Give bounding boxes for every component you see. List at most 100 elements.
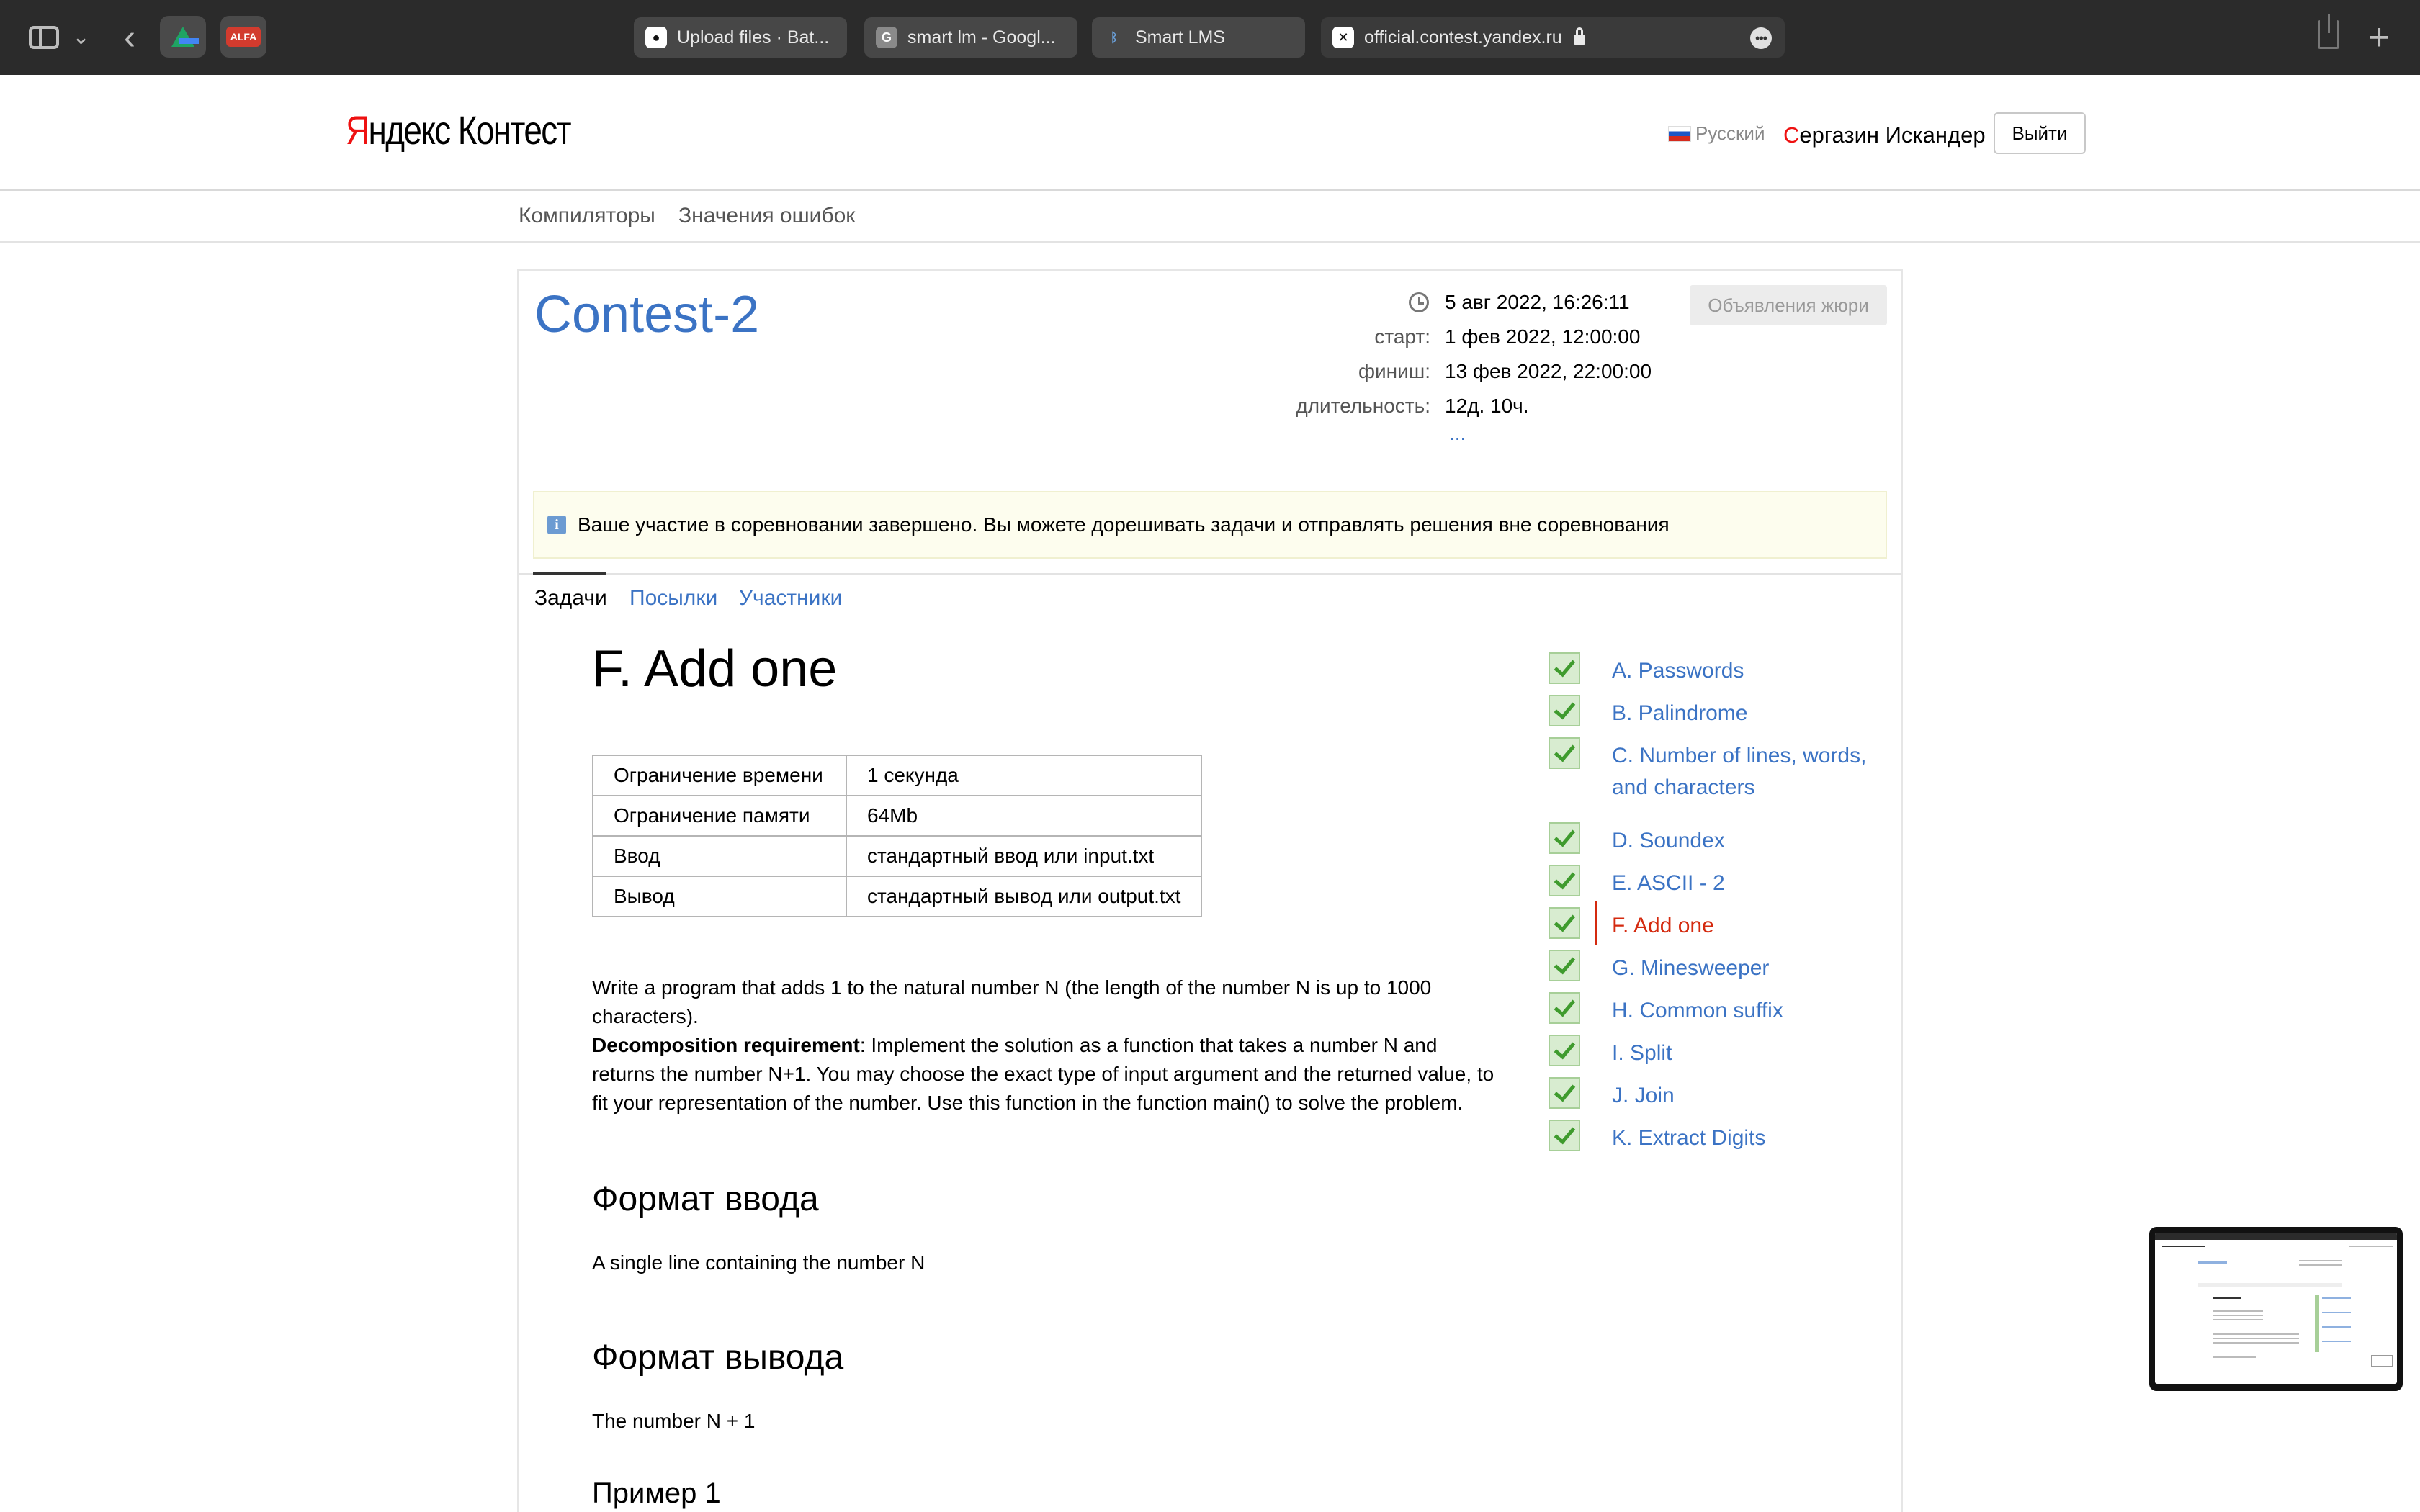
more-info-link[interactable]: ... bbox=[1449, 422, 1466, 445]
logo-yandex-rest: ндекс bbox=[368, 107, 452, 153]
limit-key: Ограничение времени bbox=[592, 755, 847, 796]
decomposition-label: Decomposition requirement bbox=[592, 1034, 860, 1056]
jury-announcements-button[interactable]: Объявления жюри bbox=[1690, 285, 1887, 325]
browser-tab-github[interactable]: ● Upload files · Bat... bbox=[634, 17, 847, 58]
finish-label: финиш: bbox=[1358, 360, 1430, 382]
problem-link[interactable]: I. Split bbox=[1612, 1038, 1900, 1069]
problem-statement: Write a program that adds 1 to the natur… bbox=[592, 973, 1500, 1117]
problem-link[interactable]: B. Palindrome bbox=[1612, 698, 1900, 729]
user-name-rest: ергазин Искандер bbox=[1799, 122, 1986, 148]
language-switch[interactable]: Русский bbox=[1668, 122, 1765, 145]
sub-navigation: Компиляторы Значения ошибок bbox=[0, 191, 2420, 243]
limit-key: Ввод bbox=[592, 835, 847, 877]
russian-flag-icon bbox=[1668, 125, 1691, 142]
table-row: Ввод стандартный ввод или input.txt bbox=[592, 835, 1203, 877]
problem-title: F. Add one bbox=[592, 640, 838, 698]
tab-label: smart lm - Googl... bbox=[908, 27, 1056, 48]
screenshot-thumbnail[interactable] bbox=[2149, 1227, 2403, 1391]
active-tab-indicator bbox=[533, 572, 606, 575]
alfa-extension-icon[interactable]: ALFA bbox=[220, 16, 266, 58]
google-drive-extension-icon[interactable] bbox=[160, 16, 206, 58]
logo-product: Контест bbox=[457, 107, 572, 153]
site-header: Яндекс Контест Русский Сергазин Искандер… bbox=[0, 75, 2420, 191]
user-name[interactable]: Сергазин Искандер bbox=[1783, 122, 1986, 148]
checkmark-icon bbox=[1549, 950, 1580, 981]
problem-link[interactable]: A. Passwords bbox=[1612, 655, 1900, 687]
duration-value: 12д. 10ч. bbox=[1445, 395, 1529, 417]
browser-tab-google-docs[interactable]: G smart lm - Googl... bbox=[864, 17, 1077, 58]
checkmark-icon bbox=[1549, 865, 1580, 896]
checkmark-icon bbox=[1549, 652, 1580, 684]
contest-title[interactable]: Contest-2 bbox=[534, 285, 759, 344]
limit-value: 64Mb bbox=[845, 795, 1203, 837]
contest-panel: Contest-2 5 авг 2022, 16:26:11 старт: 1 … bbox=[517, 269, 1903, 1512]
input-format-text: A single line containing the number N bbox=[592, 1251, 926, 1274]
start-label: старт: bbox=[1374, 325, 1430, 348]
checkmark-icon bbox=[1549, 907, 1580, 939]
chevron-down-icon[interactable]: ⌄ bbox=[72, 24, 90, 50]
problem-link[interactable]: F. Add one bbox=[1612, 910, 1900, 942]
participation-notice: i Ваше участие в соревновании завершено.… bbox=[533, 491, 1887, 559]
tab-submissions[interactable]: Посылки bbox=[629, 586, 717, 611]
tab-label: Smart LMS bbox=[1135, 27, 1226, 48]
output-format-heading: Формат вывода bbox=[592, 1338, 844, 1377]
browser-toolbar: ⌄ ‹ ALFA ● Upload files · Bat... G smart… bbox=[0, 0, 2420, 75]
problem-link[interactable]: H. Common suffix bbox=[1612, 995, 1900, 1027]
problem-link[interactable]: K. Extract Digits bbox=[1612, 1122, 1900, 1154]
tab-tasks[interactable]: Задачи bbox=[534, 586, 607, 611]
github-icon: ● bbox=[645, 27, 667, 48]
back-arrow-icon[interactable]: ‹ bbox=[115, 17, 144, 58]
notice-text: Ваше участие в соревновании завершено. В… bbox=[578, 513, 1670, 536]
browser-tab-smart-lms[interactable]: ᛒ Smart LMS bbox=[1092, 17, 1305, 58]
lms-icon: ᛒ bbox=[1110, 30, 1119, 45]
limit-key: Вывод bbox=[592, 876, 847, 917]
tabs-divider bbox=[519, 573, 1901, 575]
current-problem-marker bbox=[1595, 901, 1597, 945]
address-url[interactable]: official.contest.yandex.ru bbox=[1364, 27, 1562, 48]
tab-participants[interactable]: Участники bbox=[739, 586, 842, 611]
nav-compilers-link[interactable]: Компиляторы bbox=[519, 204, 655, 228]
output-format-text: The number N + 1 bbox=[592, 1410, 756, 1432]
info-icon: i bbox=[547, 516, 566, 534]
problem-link[interactable]: J. Join bbox=[1612, 1080, 1900, 1112]
statement-paragraph: Decomposition requirement: Implement the… bbox=[592, 1031, 1500, 1117]
lock-icon bbox=[1573, 27, 1585, 45]
table-row: Ограничение памяти 64Mb bbox=[592, 795, 1203, 837]
table-row: Ограничение времени 1 секунда bbox=[592, 755, 1203, 796]
problem-link[interactable]: E. ASCII - 2 bbox=[1612, 868, 1900, 899]
problem-link[interactable]: D. Soundex bbox=[1612, 825, 1900, 857]
user-name-initial: С bbox=[1783, 122, 1800, 148]
checkmark-icon bbox=[1549, 695, 1580, 726]
limit-value: 1 секунда bbox=[845, 755, 1203, 796]
yandex-contest-logo[interactable]: Яндекс Контест bbox=[346, 107, 572, 153]
problem-link[interactable]: G. Minesweeper bbox=[1612, 953, 1900, 984]
checkmark-icon bbox=[1549, 1120, 1580, 1151]
limit-value: стандартный вывод или output.txt bbox=[845, 876, 1203, 917]
limit-value: стандартный ввод или input.txt bbox=[845, 835, 1203, 877]
share-icon[interactable] bbox=[2318, 14, 2339, 49]
duration-label: длительность: bbox=[1296, 395, 1430, 417]
example-heading: Пример 1 bbox=[592, 1477, 721, 1509]
checkmark-icon bbox=[1549, 1035, 1580, 1066]
sidebar-toggle-icon[interactable] bbox=[29, 26, 59, 49]
finish-value: 13 фев 2022, 22:00:00 bbox=[1445, 360, 1652, 382]
current-time: 5 авг 2022, 16:26:11 bbox=[1445, 291, 1630, 313]
logout-button[interactable]: Выйти bbox=[1994, 112, 2086, 154]
nav-errors-link[interactable]: Значения ошибок bbox=[678, 204, 855, 228]
limit-key: Ограничение памяти bbox=[592, 795, 847, 837]
clock-icon bbox=[1409, 292, 1429, 312]
browser-tab-address[interactable]: ✕ official.contest.yandex.ru ••• bbox=[1321, 17, 1785, 58]
problem-link[interactable]: C. Number of lines, words, and character… bbox=[1612, 740, 1900, 804]
google-docs-icon: G bbox=[876, 27, 897, 48]
thumbnail-preview bbox=[2155, 1233, 2397, 1384]
close-tab-icon[interactable]: ✕ bbox=[1332, 27, 1354, 48]
new-tab-icon[interactable]: + bbox=[2368, 16, 2390, 59]
input-format-heading: Формат ввода bbox=[592, 1180, 819, 1218]
more-options-icon[interactable]: ••• bbox=[1750, 27, 1772, 49]
start-value: 1 фев 2022, 12:00:00 bbox=[1445, 325, 1641, 348]
checkmark-icon bbox=[1549, 992, 1580, 1024]
checkmark-icon bbox=[1549, 822, 1580, 854]
language-label: Русский bbox=[1695, 122, 1765, 144]
checkmark-icon bbox=[1549, 737, 1580, 769]
table-row: Вывод стандартный вывод или output.txt bbox=[592, 876, 1203, 917]
